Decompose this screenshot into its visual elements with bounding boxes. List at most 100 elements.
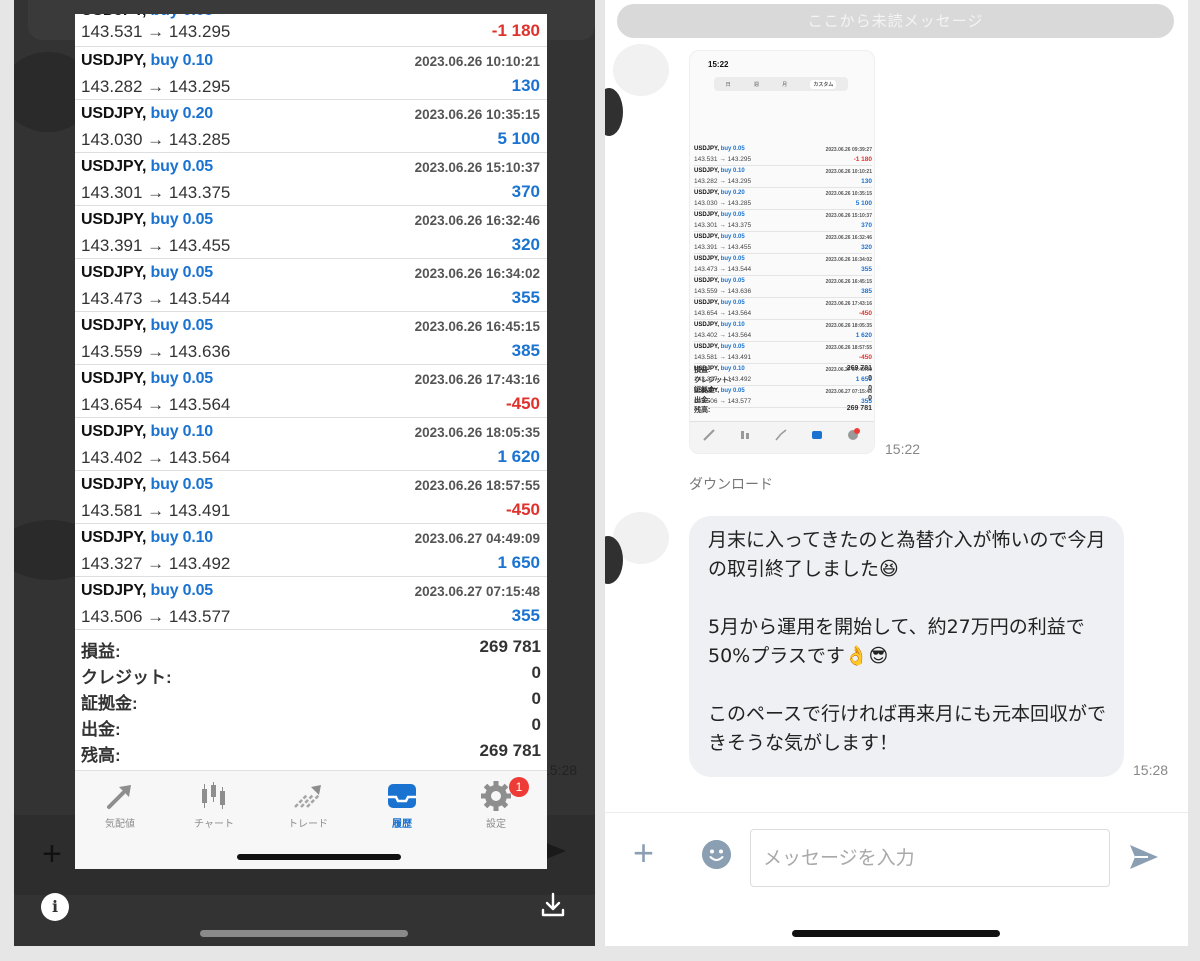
trade-symbol: USDJPY, buy 0.10: [81, 52, 213, 69]
thumb-prices: 143.654 → 143.564: [694, 310, 752, 317]
thumb-trade-row: USDJPY, buy 0.20 2023.06.26 10:35:15 143.0…: [694, 189, 872, 210]
trade-row[interactable]: USDJPY, buy 0.05 2023.06.26 16:34:02 143.4…: [75, 259, 547, 312]
trade-prices: 143.327 → 143.492: [81, 554, 231, 573]
thumb-summary-label: 損益:: [694, 367, 711, 374]
summary-label: 損益:: [81, 642, 121, 661]
trade-profit: 370: [511, 182, 540, 201]
plus-icon[interactable]: +: [633, 833, 654, 873]
summary-row: 出金: 0: [81, 715, 541, 741]
avatar[interactable]: [613, 44, 669, 96]
trade-row[interactable]: USDJPY, buy 0.10 2023.06.26 18:05:35 143.4…: [75, 418, 547, 471]
trade-row[interactable]: USDJPY, buy 0.05 2023.06.26 16:32:46 143.3…: [75, 206, 547, 259]
background-plus-icon: +: [42, 835, 62, 873]
thumb-profit: 370: [861, 222, 872, 229]
trade-row[interactable]: USDJPY, buy 0.05 2023.06.26 18:57:55 143.5…: [75, 471, 547, 524]
thumb-trade-row: USDJPY, buy 0.05 2023.06.26 18:57:55 143.5…: [694, 343, 872, 364]
thumb-profit: -450: [858, 354, 872, 361]
trade-row[interactable]: USDJPY, buy 0.20 2023.06.26 10:35:15 143.0…: [75, 100, 547, 153]
trade-symbol: USDJPY, buy 0.10: [81, 529, 214, 546]
summary-value: 269 781: [479, 637, 541, 656]
screen: + 15:28 USDJPY, buy 0.05 143.531 → 143.29…: [0, 0, 1200, 961]
trade-prices: 143.581 → 143.491: [81, 501, 231, 520]
trade-symbol: USDJPY, buy 0.05: [81, 370, 214, 387]
trade-datetime: 2023.06.26 18:57:55: [414, 478, 540, 493]
summary-row: 損益: 269 781: [81, 637, 541, 663]
summary-label: 残高:: [81, 746, 121, 765]
candlestick-icon: [169, 779, 259, 813]
trade-symbol: USDJPY, buy 0.05: [81, 158, 213, 175]
thumb-summary-row: 損益: 269 781: [694, 365, 872, 375]
thumb-datetime: 2023.06.26 18:57:55: [825, 345, 872, 351]
thumb-summary-row: 証拠金: 0: [694, 385, 872, 395]
tab-candlestick[interactable]: チャート: [169, 779, 259, 830]
thumb-side: buy 0.10: [720, 168, 745, 174]
thumb-datetime: 2023.06.26 16:32:46: [825, 235, 872, 241]
trade-prices: 143.282 → 143.295: [81, 77, 231, 96]
image-message-thumbnail[interactable]: 15:22 日 週 月 カスタム USDJPY, buy 0.05 2023.06.26…: [689, 50, 875, 454]
trade-row[interactable]: USDJPY, buy 0.05 2023.06.26 16:45:15 143.5…: [75, 312, 547, 365]
trade-icon: [263, 779, 353, 813]
thumb-tab: 月: [782, 81, 788, 88]
tab-label: 気配値: [105, 819, 135, 830]
thumb-prices: 143.531 → 143.295: [694, 156, 752, 163]
thumb-prices: 143.402 → 143.564: [694, 332, 752, 339]
trade-row[interactable]: USDJPY, buy 0.05 2023.06.27 07:15:48 143.5…: [75, 577, 547, 630]
thumb-profit: 385: [861, 288, 872, 295]
download-icon[interactable]: [538, 890, 568, 920]
thumb-symbol: USDJPY, buy 0.20: [694, 190, 745, 196]
info-icon[interactable]: i: [41, 893, 69, 921]
thumb-summary-row: クレジット: 0: [694, 375, 872, 385]
thumb-symbol: USDJPY, buy 0.05: [694, 146, 745, 152]
download-link[interactable]: ダウンロード: [689, 474, 773, 494]
tab-history-inbox[interactable]: 履歴: [357, 779, 447, 830]
trade-prices: 143.030 → 143.285: [81, 130, 231, 149]
thumb-prices: 143.473 → 143.544: [694, 266, 752, 273]
thumb-profit: -450: [858, 310, 872, 317]
trade-side: buy 0.05: [151, 14, 214, 19]
thumb-summary-row: 残高: 269 781: [694, 405, 872, 415]
trade-row[interactable]: USDJPY, buy 0.10 2023.06.27 04:49:09 143.3…: [75, 524, 547, 577]
thumb-history-icon: [812, 431, 822, 439]
thumb-prices: 143.282 → 143.295: [694, 178, 752, 185]
tab-trade[interactable]: トレード: [263, 779, 353, 830]
trade-row[interactable]: USDJPY, buy 0.05 143.531 → 143.295 -1 180: [75, 14, 547, 47]
trade-symbol: USDJPY, buy 0.05: [81, 317, 213, 334]
trade-datetime: 2023.06.27 07:15:48: [414, 584, 540, 599]
trade-profit: -1 180: [491, 21, 540, 40]
thumb-side: buy 0.05: [720, 212, 745, 218]
thumb-side: buy 0.05: [720, 300, 745, 306]
thumb-symbol: USDJPY, buy 0.05: [694, 212, 745, 218]
summary-row: 証拠金: 0: [81, 689, 541, 715]
trade-side: buy 0.20: [150, 105, 214, 122]
trade-datetime: 2023.06.26 16:32:46: [414, 213, 540, 228]
trade-symbol: USDJPY, buy 0.05: [81, 582, 213, 599]
tab-gear[interactable]: 設定 1: [451, 777, 541, 830]
summary-label: 証拠金:: [81, 694, 138, 713]
thumb-symbol: USDJPY, buy 0.05: [694, 344, 745, 350]
thumb-summary-label: 出金:: [694, 397, 711, 404]
trade-side: buy 0.05: [150, 264, 214, 281]
message-input[interactable]: メッセージを入力: [750, 829, 1110, 887]
tab-label: 履歴: [392, 819, 412, 830]
trade-profit: 130: [511, 76, 540, 95]
trade-row[interactable]: USDJPY, buy 0.10 2023.06.26 10:10:21 143.2…: [75, 47, 547, 100]
image-viewer: + 15:28 USDJPY, buy 0.05 143.531 → 143.29…: [14, 0, 595, 946]
send-icon[interactable]: [1128, 843, 1160, 871]
trade-profit: 385: [511, 341, 540, 360]
trade-row[interactable]: USDJPY, buy 0.05 2023.06.26 15:10:37 143.3…: [75, 153, 547, 206]
trade-datetime: 2023.06.27 04:49:09: [414, 531, 540, 546]
trade-side: buy 0.10: [150, 529, 214, 546]
thumb-profit: 130: [861, 178, 872, 185]
thumb-trade-row: USDJPY, buy 0.10 2023.06.26 18:05:35 143.4…: [694, 321, 872, 342]
trade-symbol: USDJPY, buy 0.05: [81, 264, 214, 281]
image-timestamp: 15:22: [885, 441, 921, 457]
trade-profit: -450: [505, 500, 540, 519]
trade-row[interactable]: USDJPY, buy 0.05 2023.06.26 17:43:16 143.6…: [75, 365, 547, 418]
thumb-datetime: 2023.06.26 18:05:35: [825, 323, 872, 329]
emoji-icon[interactable]: [702, 840, 731, 869]
thumb-symbol: USDJPY, buy 0.10: [694, 322, 745, 328]
thumb-trade-row: USDJPY, buy 0.05 2023.06.26 16:45:15 143.5…: [694, 277, 872, 298]
trade-side: buy 0.05: [150, 370, 214, 387]
thumb-tab-bar: [690, 421, 874, 453]
tab-quotes[interactable]: 気配値: [75, 779, 165, 830]
